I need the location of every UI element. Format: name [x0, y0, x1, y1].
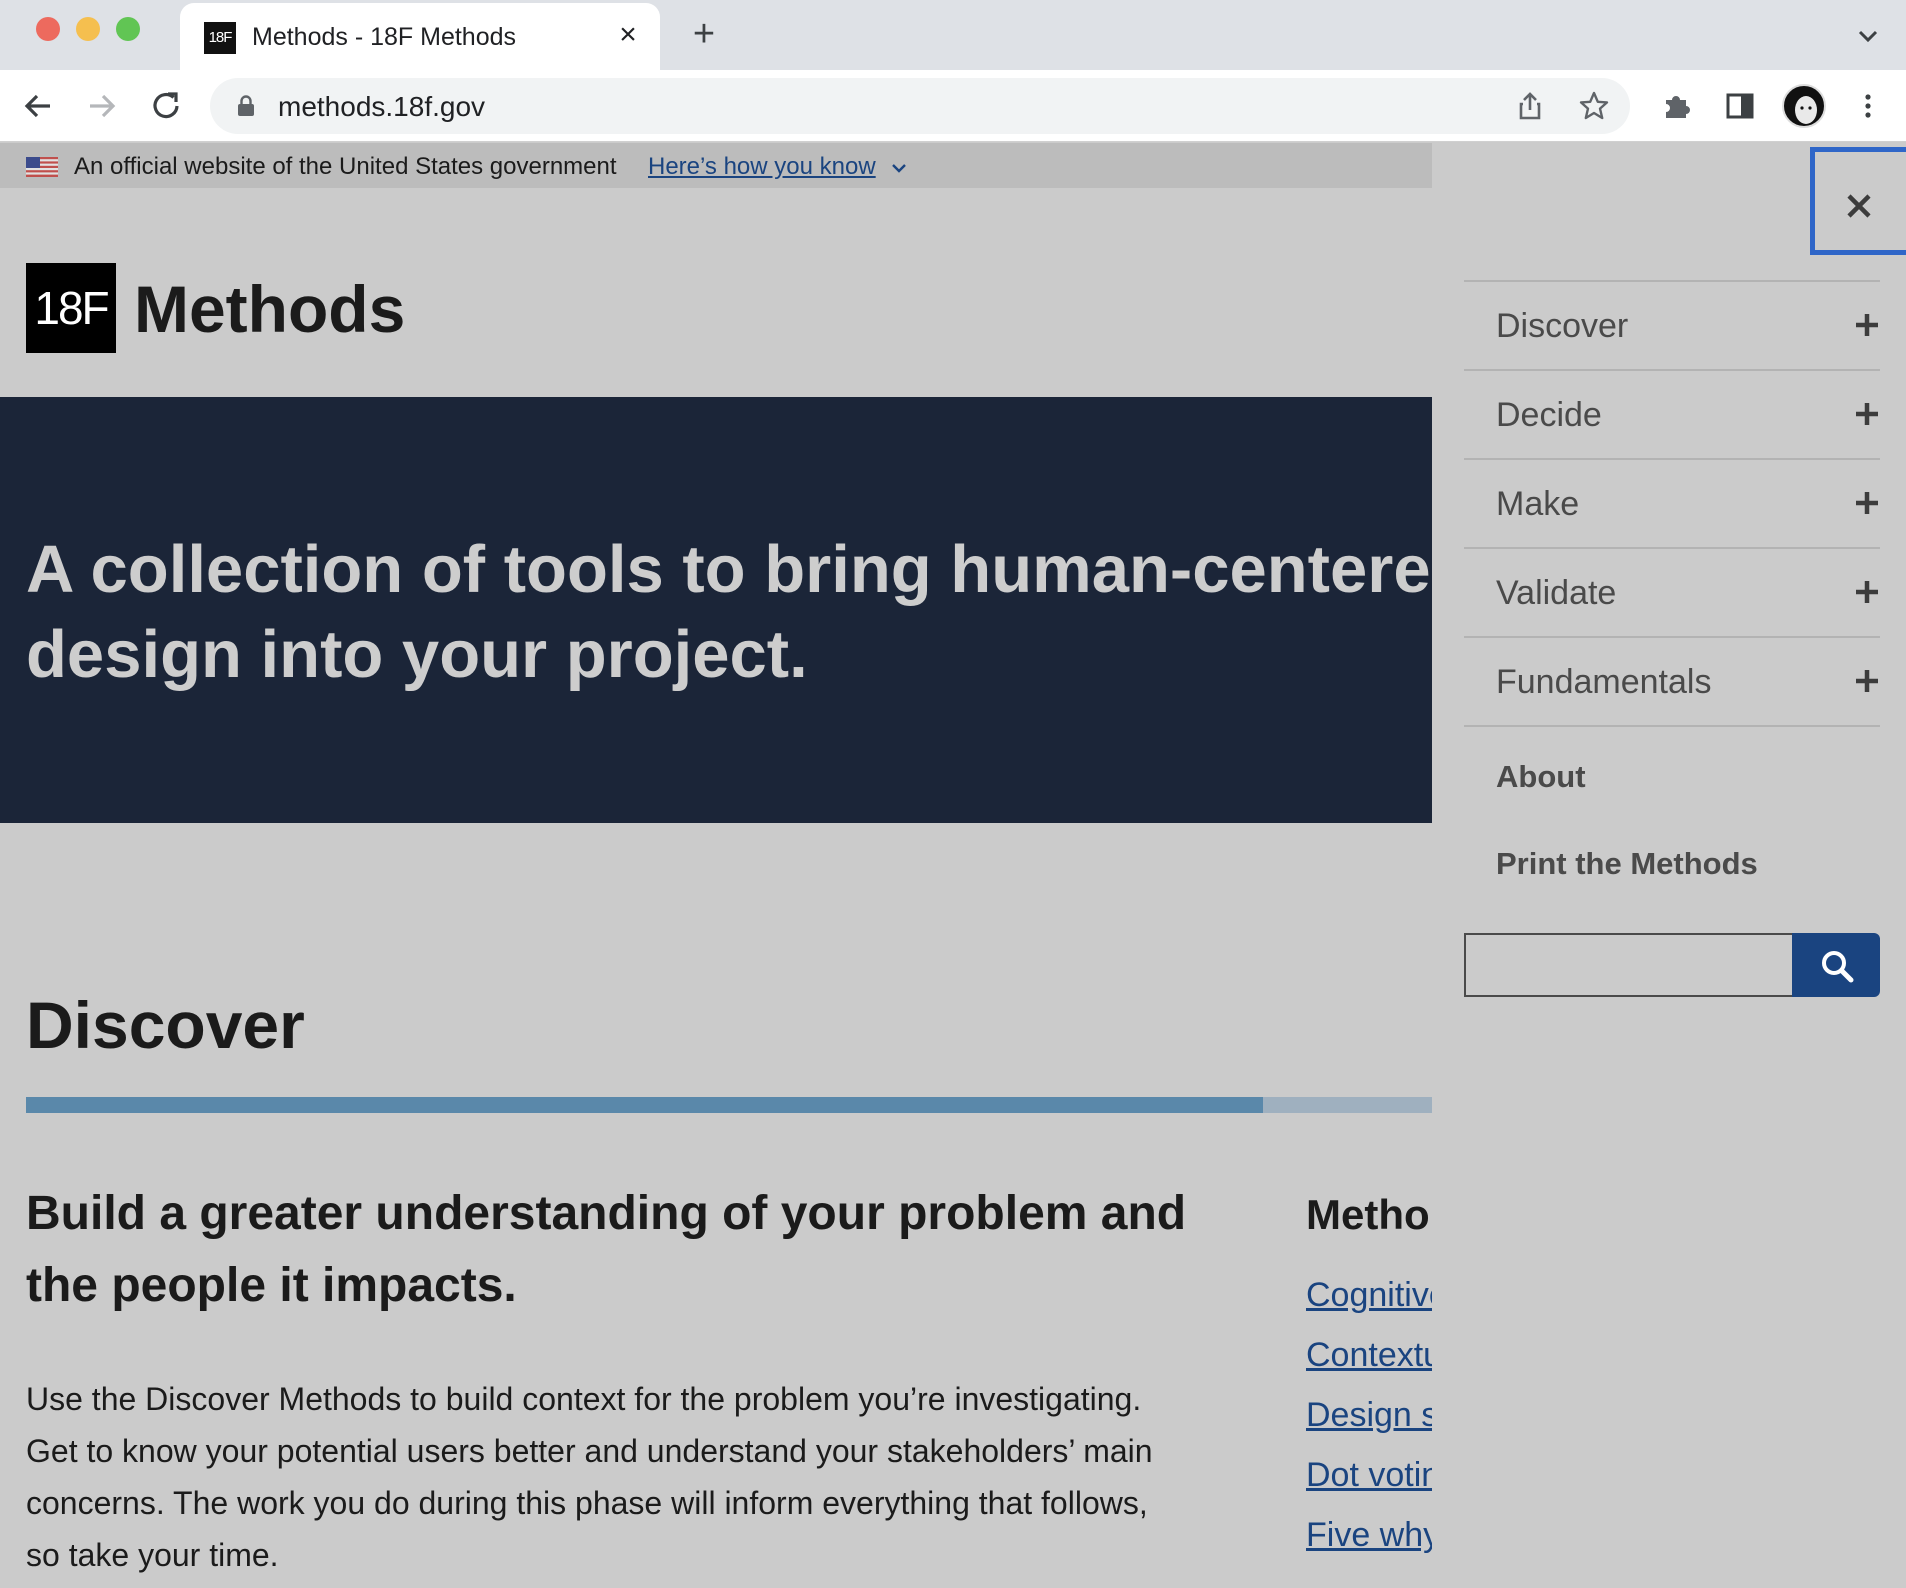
plus-icon[interactable] — [1854, 668, 1880, 694]
profile-avatar[interactable] — [1782, 84, 1826, 128]
lock-icon[interactable] — [236, 95, 256, 117]
gov-banner: An official website of the United States… — [0, 143, 1432, 188]
nav-item-label[interactable]: Make — [1496, 485, 1579, 524]
search-input[interactable] — [1464, 933, 1794, 997]
hero-banner: A collection of tools to bring human-cen… — [0, 397, 1432, 823]
method-link[interactable]: Contextu — [1306, 1325, 1432, 1385]
nav-item-decide[interactable]: Decide — [1464, 371, 1880, 460]
forward-arrow-icon[interactable] — [82, 86, 122, 126]
side-panel-icon[interactable] — [1724, 90, 1756, 122]
window-close-button[interactable] — [36, 17, 60, 41]
methods-heading: Metho — [1306, 1191, 1430, 1238]
close-icon[interactable] — [1845, 192, 1873, 220]
search-button[interactable] — [1792, 933, 1880, 997]
share-icon[interactable] — [1514, 90, 1546, 122]
nav-item-label[interactable]: Discover — [1496, 307, 1628, 346]
method-link[interactable]: Dot votin — [1306, 1445, 1432, 1505]
plus-icon[interactable] — [1854, 579, 1880, 605]
tab-favicon-icon: 18F — [204, 22, 236, 54]
browser-toolbar: methods.18f.gov — [0, 70, 1906, 142]
plus-icon[interactable] — [1854, 312, 1880, 338]
extensions-puzzle-icon[interactable] — [1660, 90, 1692, 122]
chevron-down-icon[interactable] — [890, 161, 908, 175]
phase-progress-fill — [26, 1097, 1264, 1113]
browser-tab-active[interactable]: 18F Methods - 18F Methods × — [180, 3, 660, 70]
reload-icon[interactable] — [146, 86, 186, 126]
url-text[interactable]: methods.18f.gov — [278, 91, 485, 123]
nav-item-validate[interactable]: Validate — [1464, 549, 1880, 638]
nav-item-discover[interactable]: Discover — [1464, 282, 1880, 371]
heres-how-you-know-link[interactable]: Here’s how you know — [648, 153, 876, 181]
method-link[interactable]: Cognitive — [1306, 1265, 1432, 1325]
side-nav-list: Discover Decide Make Validate Fundamenta… — [1464, 280, 1880, 727]
hero-text: A collection of tools to bring human-cen… — [26, 532, 1432, 692]
nav-link-about[interactable]: About — [1496, 759, 1586, 795]
section-title: Discover — [26, 988, 305, 1062]
site-title[interactable]: Methods — [134, 271, 405, 347]
nav-item-fundamentals[interactable]: Fundamentals — [1464, 638, 1880, 727]
address-bar[interactable]: methods.18f.gov — [210, 78, 1630, 134]
methods-list: Cognitive Contextu Design s Dot votin Fi… — [1306, 1265, 1432, 1565]
browser-menu-icon[interactable] — [1852, 90, 1884, 122]
tab-close-icon[interactable]: × — [612, 19, 644, 51]
page-content: An official website of the United States… — [0, 143, 1432, 1588]
nav-link-print-methods[interactable]: Print the Methods — [1496, 846, 1758, 882]
new-tab-icon[interactable]: + — [686, 15, 722, 53]
search-icon[interactable] — [1820, 949, 1854, 983]
tab-search-chevron-icon[interactable] — [1852, 20, 1884, 52]
close-menu-button[interactable] — [1810, 147, 1906, 255]
bookmark-star-icon[interactable] — [1578, 90, 1610, 122]
plus-icon[interactable] — [1854, 490, 1880, 516]
nav-item-label[interactable]: Validate — [1496, 574, 1616, 613]
nav-item-label[interactable]: Fundamentals — [1496, 663, 1711, 702]
us-flag-icon — [26, 157, 58, 177]
back-arrow-icon[interactable] — [18, 86, 58, 126]
gov-banner-text: An official website of the United States… — [74, 153, 617, 180]
browser-tab-strip: 18F Methods - 18F Methods × + — [0, 0, 1906, 70]
side-nav-drawer: Discover Decide Make Validate Fundamenta… — [1432, 143, 1906, 1588]
site-search — [1464, 933, 1880, 997]
nav-item-make[interactable]: Make — [1464, 460, 1880, 549]
section-body-text: Use the Discover Methods to build contex… — [26, 1381, 1153, 1573]
plus-icon[interactable] — [1854, 401, 1880, 427]
nav-item-label[interactable]: Decide — [1496, 396, 1602, 435]
tab-title: Methods - 18F Methods — [252, 23, 517, 51]
method-link[interactable]: Design s — [1306, 1385, 1432, 1445]
method-link[interactable]: Five why — [1306, 1505, 1432, 1565]
section-lede: Build a greater understanding of your pr… — [26, 1187, 1187, 1312]
window-minimize-button[interactable] — [76, 17, 100, 41]
phase-progress-bar — [26, 1097, 1432, 1113]
window-zoom-button[interactable] — [116, 17, 140, 41]
18f-logo[interactable]: 18F — [26, 263, 116, 353]
